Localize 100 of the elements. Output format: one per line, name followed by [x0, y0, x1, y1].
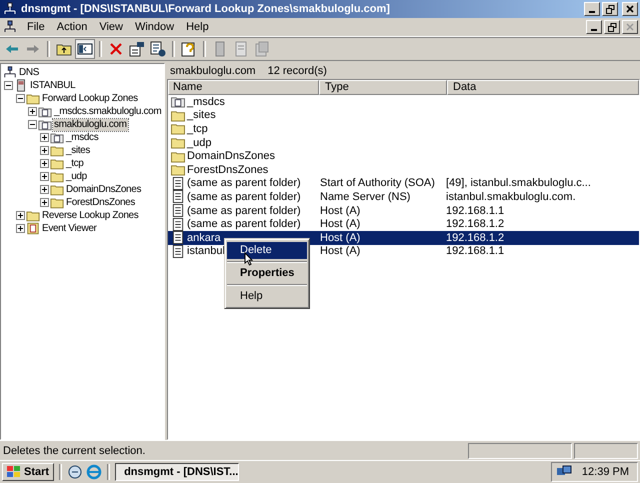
taskbar-button[interactable]: dnsmgmt - [DNS\IST...: [115, 463, 240, 481]
record-type: Host (A): [320, 245, 360, 258]
record-name: ankara: [187, 232, 221, 244]
context-menu-item[interactable]: Help: [227, 288, 307, 305]
expander-icon[interactable]: [16, 94, 25, 103]
minimize-button[interactable]: [584, 2, 600, 16]
record-type: Start of Authority (SOA): [320, 177, 435, 190]
column-header[interactable]: Type: [319, 80, 447, 95]
tree-item[interactable]: smakbuloglu.com: [53, 118, 128, 130]
zone-folder-icon: [170, 95, 186, 108]
folder-icon: [50, 157, 64, 170]
record-name: (same as parent folder): [187, 204, 301, 217]
tree-item[interactable]: Event Viewer: [41, 222, 98, 234]
record-name: ForestDnsZones: [187, 164, 268, 176]
zone-folder-icon: [38, 118, 52, 131]
expander-icon[interactable]: [28, 107, 37, 116]
record-icon: [170, 218, 186, 231]
tree-item[interactable]: ForestDnsZones: [65, 196, 136, 208]
folder-icon: [50, 183, 64, 196]
start-button[interactable]: Start: [2, 463, 54, 481]
tree-item[interactable]: _msdcs: [65, 132, 100, 144]
record-icon: [170, 244, 186, 258]
folder-icon: [170, 136, 186, 150]
properties-icon[interactable]: [128, 40, 146, 58]
expander-icon[interactable]: [40, 198, 49, 207]
tree-item[interactable]: ISTANBUL: [29, 80, 76, 92]
tree-item[interactable]: _tcp: [65, 158, 85, 170]
selected-record-row[interactable]: ankara Host (A) 192.168.1.2: [168, 230, 639, 245]
restore-button[interactable]: [604, 20, 620, 34]
record-name: (same as parent folder): [187, 190, 301, 203]
windows-flag-icon: [7, 466, 21, 478]
record-data: 192.168.1.2: [446, 232, 504, 244]
close-icon: [626, 23, 634, 31]
column-header[interactable]: Name: [168, 80, 319, 95]
zone-folder-icon: [38, 105, 52, 118]
expander-icon[interactable]: [40, 172, 49, 181]
expander-icon[interactable]: [28, 120, 37, 129]
close-button[interactable]: [622, 20, 638, 34]
tree-item[interactable]: _udp: [65, 170, 88, 182]
event-log-icon: [26, 222, 40, 235]
window-title: dnsmgmt - [DNS\ISTANBUL\Forward Lookup Zones\smakbuloglu.com]: [21, 3, 391, 15]
record-data: [49], istanbul.smakbuloglu.c...: [446, 177, 591, 190]
record-type: Name Server (NS): [320, 190, 410, 203]
menu-item[interactable]: File: [21, 21, 51, 33]
record-name: (same as parent folder): [187, 177, 301, 190]
folder-icon: [50, 144, 64, 157]
record-name: DomainDnsZones: [187, 150, 276, 162]
record-name: _tcp: [187, 122, 208, 135]
folder-icon: [26, 92, 40, 105]
expander-icon[interactable]: [4, 81, 13, 90]
record-name: (same as parent folder): [187, 218, 301, 230]
zone-name: smakbuloglu.com: [170, 65, 256, 77]
record-name: istanbul: [187, 245, 225, 258]
expander-icon[interactable]: [40, 159, 49, 168]
tree-item[interactable]: Reverse Lookup Zones: [41, 210, 140, 222]
minimize-button[interactable]: [586, 20, 602, 34]
tree-item[interactable]: DomainDnsZones: [65, 184, 142, 196]
network-icon: [3, 66, 17, 79]
menu-item[interactable]: Help: [180, 21, 215, 33]
record-data: 192.168.1.1: [446, 204, 504, 217]
record-data: istanbul.smakbuloglu.com.: [446, 190, 576, 203]
status-panel: [574, 442, 638, 458]
record-data: 192.168.1.1: [446, 245, 504, 258]
expander-icon[interactable]: [40, 185, 49, 194]
record-icon: [170, 176, 186, 190]
folder-icon: [26, 209, 40, 222]
restore-icon: [606, 4, 614, 14]
record-icon: [170, 190, 186, 204]
menu-item[interactable]: View: [93, 21, 129, 33]
expander-icon[interactable]: [16, 224, 25, 233]
network-icon: [3, 20, 17, 34]
expander-icon[interactable]: [40, 133, 49, 142]
mouse-pointer-icon: [244, 252, 254, 266]
close-icon: [626, 5, 634, 13]
expander-icon[interactable]: [16, 211, 25, 220]
record-type: Host (A): [320, 218, 360, 230]
folder-icon: [170, 163, 186, 176]
record-name: _sites: [187, 109, 216, 122]
folder-icon: [170, 108, 186, 122]
tree-item[interactable]: _sites: [65, 144, 92, 156]
restore-icon: [608, 22, 616, 32]
column-header[interactable]: Data: [447, 80, 639, 95]
record-count: 12 record(s): [268, 65, 327, 77]
context-menu-item[interactable]: Delete: [227, 242, 307, 259]
folder-icon: [50, 196, 64, 209]
export-list-icon[interactable]: [149, 40, 167, 58]
show-tree-icon[interactable]: [76, 40, 94, 58]
menu-item[interactable]: Action: [50, 21, 94, 33]
tree-item[interactable]: _msdcs.smakbuloglu.com: [53, 106, 162, 118]
expander-icon[interactable]: [40, 146, 49, 155]
restore-button[interactable]: [602, 2, 618, 16]
tree-item[interactable]: Forward Lookup Zones: [41, 92, 139, 104]
context-menu-item[interactable]: Properties: [227, 265, 307, 282]
close-button[interactable]: [622, 2, 638, 16]
menu-item[interactable]: Window: [128, 21, 180, 33]
browser-icon[interactable]: [67, 464, 84, 480]
server-icon: [14, 79, 28, 92]
record-icon: [170, 204, 186, 218]
tree-item[interactable]: DNS: [18, 66, 40, 78]
folder-icon: [170, 122, 186, 136]
